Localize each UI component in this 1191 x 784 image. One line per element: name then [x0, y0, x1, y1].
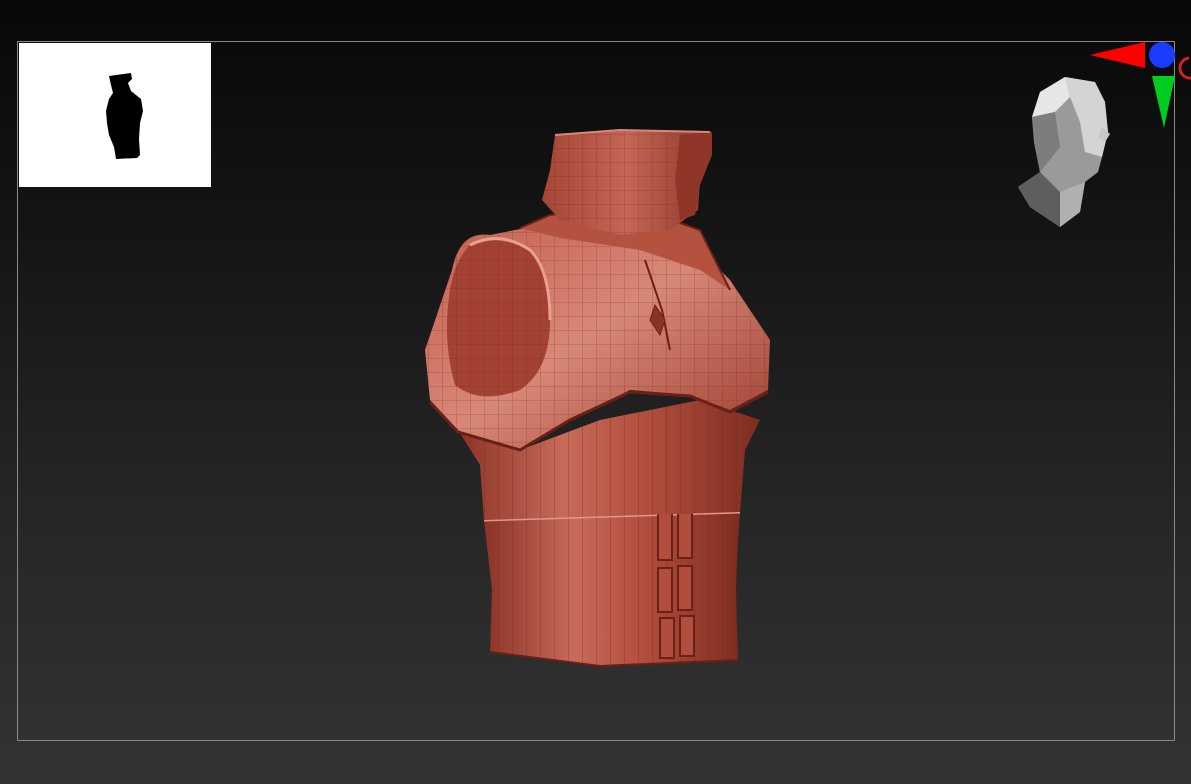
navigator-thumbnail[interactable]	[19, 43, 211, 187]
mesh-render	[425, 128, 770, 668]
axis-gizmo-icon	[1090, 42, 1191, 128]
mesh-silhouette-icon	[106, 73, 143, 159]
armored-vest-mesh[interactable]	[400, 120, 800, 680]
axis-gizmo[interactable]	[1085, 36, 1191, 136]
